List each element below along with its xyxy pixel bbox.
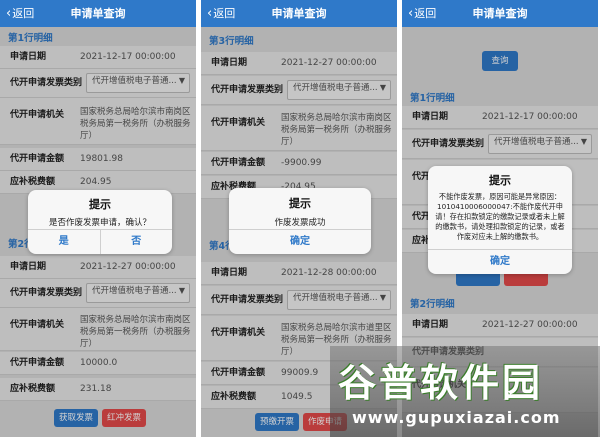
ok-button[interactable]: 确定 [428, 250, 572, 274]
success-dialog: 提示 作废发票成功 确定 [229, 188, 371, 254]
ok-button[interactable]: 确定 [229, 230, 371, 254]
confirm-dialog: 提示 是否作废发票申请，确认？ 是 否 [28, 190, 172, 254]
error-dialog: 提示 不能作废发票，原因可能是异常原因：1010410006000047:不能作… [428, 166, 572, 274]
page-title: 申请单查询 [472, 7, 528, 20]
watermark: 谷普软件园 www.gupuxiazai.com [330, 346, 600, 437]
confirm-yes-button[interactable]: 是 [28, 230, 100, 254]
confirm-no-button[interactable]: 否 [99, 230, 173, 254]
page-title: 申请单查询 [70, 7, 126, 20]
watermark-url: www.gupuxiazai.com [352, 408, 561, 427]
nav-bar: ‹ 返回 申请单查询 [402, 0, 598, 27]
nav-bar: ‹ 返回 申请单查询 [201, 0, 397, 27]
page-title: 申请单查询 [271, 7, 327, 20]
watermark-text: 谷普软件园 [338, 361, 544, 405]
nav-bar: ‹ 返回 申请单查询 [0, 0, 196, 27]
screen-1: ‹ 返回 申请单查询 第1行明细 申请日期 2021-12-17 00:00:00 … [0, 0, 196, 437]
